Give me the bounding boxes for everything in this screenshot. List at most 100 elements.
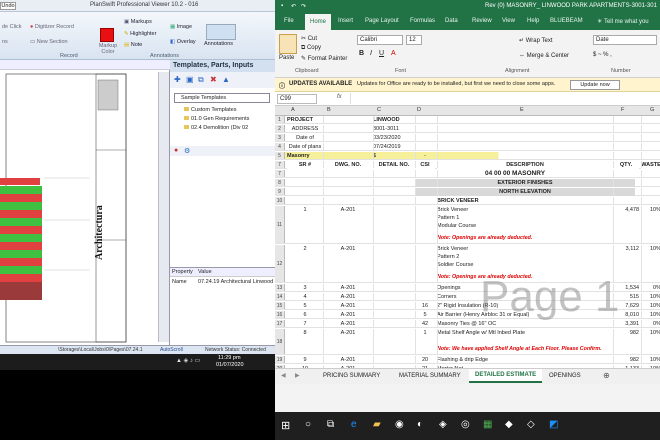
excel-taskbar-icon[interactable]: ▦: [483, 419, 492, 430]
row-number[interactable]: 5: [275, 152, 285, 159]
markup-color-swatch[interactable]: [100, 28, 114, 42]
cell-f[interactable]: 4,478: [613, 206, 639, 244]
cell-a[interactable]: 1: [287, 206, 323, 244]
cell-e[interactable]: BRICK VENEER: [437, 197, 613, 205]
row-number[interactable]: 12: [275, 245, 285, 282]
drawing-canvas[interactable]: Architectura: [0, 60, 170, 345]
tab-help[interactable]: Help: [527, 18, 539, 24]
ribbon-item[interactable]: de Click: [2, 24, 22, 30]
row-number[interactable]: 18: [275, 329, 285, 354]
undo-button[interactable]: Undo: [0, 2, 16, 10]
row-number[interactable]: 1: [275, 116, 285, 123]
tab-file[interactable]: File: [284, 18, 294, 24]
delete-icon[interactable]: ✖: [210, 75, 217, 84]
update-now-button[interactable]: Update now: [570, 80, 620, 90]
cell-d[interactable]: 20: [415, 356, 435, 364]
number-format-select[interactable]: Date: [593, 35, 657, 45]
spreadsheet-row[interactable]: 2ADDRESS 3001-3011 EDWIN AVENUE, FORT LEE…: [275, 125, 660, 133]
app-icon[interactable]: ◎: [461, 419, 470, 430]
spreadsheet-row[interactable]: 9 NORTH ELEVATION: [275, 188, 660, 196]
spreadsheet-row[interactable]: 3Date of submission 03/23/2020: [275, 134, 660, 142]
up-icon[interactable]: ▲: [222, 75, 230, 84]
cell-c[interactable]: 03/23/2020: [373, 134, 415, 142]
spreadsheet-row[interactable]: 133A-201 Openings1,5340%: [275, 284, 660, 292]
cell-a[interactable]: 4: [287, 293, 323, 301]
cell-e[interactable]: NORTH ELEVATION: [415, 188, 635, 196]
column-d[interactable]: D: [417, 107, 421, 113]
format-painter-button[interactable]: ✎ Format Painter: [301, 55, 347, 62]
cell-f[interactable]: 3,112: [613, 245, 639, 283]
copy-button[interactable]: ⧉ Copy: [301, 45, 321, 52]
cell-e[interactable]: DESCRIPTION: [437, 161, 613, 169]
cell-g[interactable]: 10%: [641, 293, 660, 301]
cell-f[interactable]: 982: [613, 329, 639, 355]
tree-item[interactable]: Custom Templates: [184, 107, 236, 113]
underline-button[interactable]: U: [379, 50, 384, 57]
cell-d[interactable]: 5: [415, 311, 435, 319]
cell-f[interactable]: 7,629: [613, 302, 639, 310]
spreadsheet-row[interactable]: 1PROJECT LINWOOD PARK APARTMENTS: [275, 116, 660, 124]
bold-button[interactable]: B: [359, 50, 364, 57]
cell-g[interactable]: 10%: [641, 356, 660, 364]
spreadsheet-row[interactable]: 4 Date of plans 07/24/2019: [275, 143, 660, 151]
cell-b[interactable]: A-201: [323, 245, 373, 283]
formula-input[interactable]: [350, 93, 656, 104]
paste-button[interactable]: Paste: [279, 55, 294, 61]
cell-e[interactable]: 04 00 00 MASONRY: [415, 170, 615, 178]
row-number[interactable]: 11: [275, 206, 285, 243]
spreadsheet-row[interactable]: 12 2 A-201 Brick Veneer Pattern 2 Soldier C…: [275, 245, 660, 283]
windows-start-icon[interactable]: ⊞: [281, 419, 290, 432]
cell-f[interactable]: 982: [613, 356, 639, 364]
cell-d[interactable]: CSI NO.: [415, 161, 435, 169]
italic-button[interactable]: I: [370, 50, 372, 57]
cell-b[interactable]: DWG. NO.: [323, 161, 373, 169]
cell-a[interactable]: Date of submission: [287, 134, 323, 142]
task-view-icon[interactable]: ⧉: [327, 419, 334, 430]
column-f[interactable]: F: [621, 107, 624, 113]
cell-a[interactable]: 6: [287, 311, 323, 319]
spreadsheet-row[interactable]: 15 5 A-201 16 2" Rigid Insulation (R-10) 7,62…: [275, 302, 660, 310]
overlay-button[interactable]: ◧ Overlay: [170, 39, 196, 45]
cell-a[interactable]: Masonry: [287, 152, 323, 160]
cell-e[interactable]: Flashing & drip Edge: [437, 356, 613, 364]
cell-f[interactable]: 8,010: [613, 311, 639, 319]
spreadsheet-row[interactable]: 11 1 A-201 Brick Veneer Pattern 1 Modular C…: [275, 206, 660, 244]
cell-b[interactable]: A-201: [323, 311, 373, 319]
cell-b[interactable]: A-201: [323, 356, 373, 364]
cell-c[interactable]: LINWOOD PARK APARTMENTS: [373, 116, 415, 124]
sheet-scroll-left-icon[interactable]: ◀: [281, 372, 286, 379]
spreadsheet-row[interactable]: 14 4 A-201 Corners 515 10%: [275, 293, 660, 301]
redo-icon[interactable]: ↷: [301, 3, 306, 10]
cell-note[interactable]: Note: Openings are already deducted.: [437, 235, 613, 242]
cell-a[interactable]: 2: [287, 245, 323, 283]
row-number[interactable]: 7: [275, 170, 285, 177]
cell-c[interactable]: $: [373, 152, 415, 160]
fx-icon[interactable]: fx: [337, 94, 342, 100]
cell-a[interactable]: ADDRESS: [287, 125, 323, 133]
digitizer-record-button[interactable]: ● Digitizer Record: [30, 24, 74, 30]
cell-g[interactable]: 0%: [641, 284, 660, 292]
add-sheet-icon[interactable]: ⊕: [603, 371, 610, 380]
masonry-markup-areas[interactable]: [0, 178, 42, 300]
spreadsheet-row[interactable]: 8 EXTERIOR FINISHES: [275, 179, 660, 187]
app-icon[interactable]: ◐: [417, 419, 423, 430]
cell-g[interactable]: 10%: [641, 302, 660, 310]
cut-button[interactable]: ✂ Cut: [301, 35, 317, 42]
cell-c[interactable]: 3001-3011 EDWIN AVENUE, FORT LEE, NEW JE…: [373, 125, 415, 133]
tab-review[interactable]: Review: [472, 18, 492, 24]
markups-button[interactable]: ▣ Markups: [124, 19, 152, 25]
status-autoscroll[interactable]: AutoScroll: [160, 347, 183, 353]
app-icon[interactable]: ◇: [527, 419, 535, 430]
row-number[interactable]: 16: [275, 311, 285, 318]
annotations-icon[interactable]: [206, 24, 236, 40]
stop-icon[interactable]: ●: [174, 147, 178, 154]
cell-f[interactable]: 1,534: [613, 284, 639, 292]
tab-bluebeam[interactable]: BLUEBEAM: [550, 18, 583, 24]
sheet-tab[interactable]: MATERIAL SUMMARY: [399, 373, 461, 379]
app-icon[interactable]: ◉: [395, 419, 404, 430]
search-icon[interactable]: ○: [305, 419, 311, 430]
cell-a[interactable]: 3: [287, 284, 323, 292]
canvas-scrollbar[interactable]: [158, 72, 169, 342]
cell-a[interactable]: 8: [287, 329, 323, 355]
font-color-icon[interactable]: A: [391, 50, 396, 57]
